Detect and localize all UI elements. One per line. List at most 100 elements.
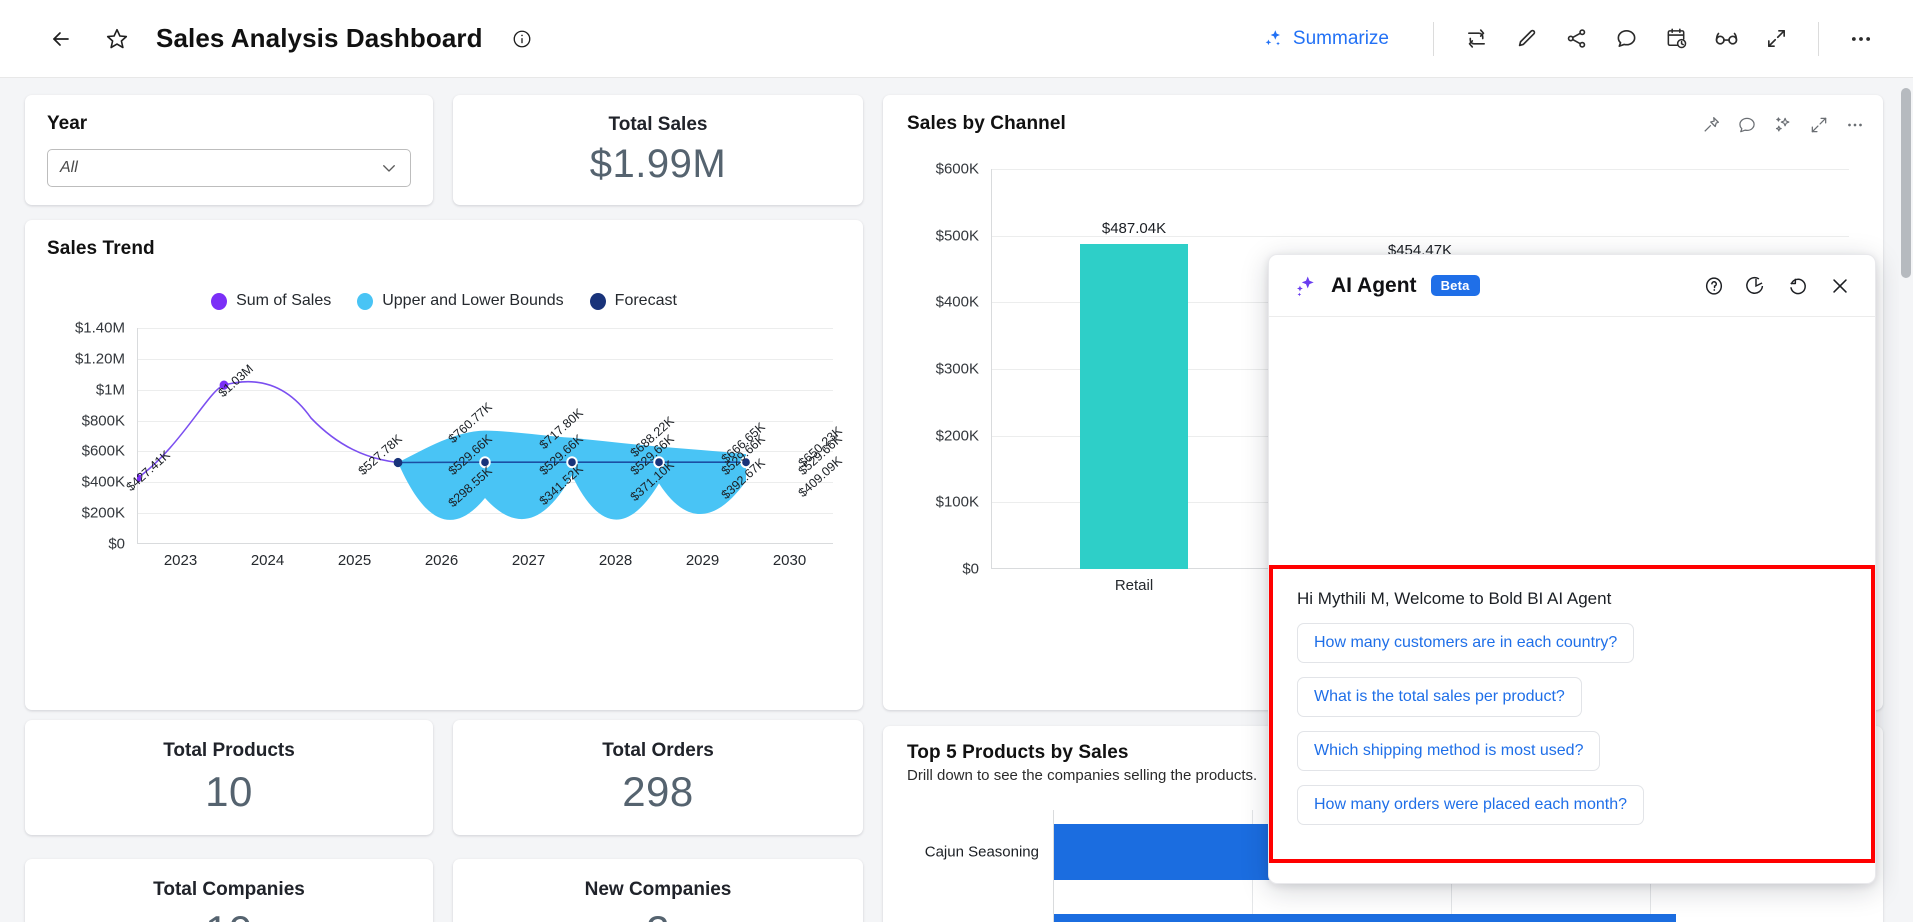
- page-title: Sales Analysis Dashboard: [156, 23, 483, 54]
- help-icon[interactable]: [1703, 275, 1725, 297]
- y-tick: $400K: [936, 294, 979, 311]
- bar-value-label: $487.04K: [1102, 220, 1166, 237]
- comment-icon[interactable]: [1604, 19, 1648, 59]
- kpi-total-products: Total Products 10: [25, 720, 433, 835]
- channel-y-axis: $600K $500K $400K $300K $200K $100K $0: [907, 169, 985, 569]
- y-tick: $1.40M: [75, 320, 125, 337]
- more-icon[interactable]: [1845, 115, 1865, 135]
- y-tick: $200K: [82, 505, 125, 522]
- sparkle-icon[interactable]: [1773, 115, 1793, 135]
- dashboard-board: Year All Total Sales $1.99M Sales Trend …: [0, 78, 1913, 922]
- x-tick: 2027: [485, 552, 572, 569]
- sales-trend-legend: Sum of Sales Upper and Lower Bounds Fore…: [47, 292, 841, 310]
- y-tick: $100K: [936, 494, 979, 511]
- ai-suggestion-list: How many customers are in each country? …: [1273, 609, 1871, 825]
- header-divider-2: [1818, 22, 1819, 56]
- kpi-total-orders: Total Orders 298: [453, 720, 863, 835]
- suggestion-chip[interactable]: How many orders were placed each month?: [1297, 785, 1644, 825]
- bar[interactable]: [1054, 914, 1676, 922]
- suggestion-chip[interactable]: Which shipping method is most used?: [1297, 731, 1600, 771]
- y-tick: $1M: [96, 381, 125, 398]
- view-glasses-icon[interactable]: [1704, 19, 1748, 59]
- pin-icon[interactable]: [1701, 115, 1721, 135]
- legend-swatch: [357, 293, 373, 310]
- refresh-icon[interactable]: [1454, 19, 1498, 59]
- legend-label: Forecast: [615, 292, 677, 310]
- year-select-value: All: [60, 159, 380, 177]
- back-button[interactable]: [44, 22, 78, 56]
- y-tick: $500K: [936, 227, 979, 244]
- year-filter-label: Year: [47, 113, 411, 135]
- bar[interactable]: [1080, 244, 1188, 569]
- category-label: Cajun Seasoning: [925, 844, 1039, 861]
- edit-icon[interactable]: [1504, 19, 1548, 59]
- share-icon[interactable]: [1554, 19, 1598, 59]
- x-tick: 2025: [311, 552, 398, 569]
- x-tick: 2028: [572, 552, 659, 569]
- kpi-label: Total Products: [163, 740, 295, 762]
- schedule-icon[interactable]: [1654, 19, 1698, 59]
- kpi-value: 19: [205, 907, 253, 922]
- bar-column[interactable]: $487.04K: [991, 169, 1277, 569]
- fullscreen-icon[interactable]: [1809, 115, 1829, 135]
- legend-label: Upper and Lower Bounds: [382, 292, 563, 310]
- sales-trend-plot: $1.40M $1.20M $1M $800K $600K $400K $200…: [47, 328, 841, 578]
- star-icon[interactable]: [100, 22, 134, 56]
- theme-icon[interactable]: [1745, 275, 1767, 297]
- summarize-label: Summarize: [1293, 28, 1389, 50]
- ai-welcome-highlight: Hi Mythili M, Welcome to Bold BI AI Agen…: [1269, 565, 1875, 863]
- ai-agent-body: Hi Mythili M, Welcome to Bold BI AI Agen…: [1269, 317, 1875, 791]
- kpi-total-companies: Total Companies 19: [25, 859, 433, 922]
- kpi-value: 2: [646, 907, 670, 922]
- top-products-categories: Cajun Seasoning Chang: [907, 810, 1047, 922]
- beta-badge: Beta: [1431, 275, 1480, 296]
- ai-greeting: Hi Mythili M, Welcome to Bold BI AI Agen…: [1273, 569, 1871, 609]
- x-tick: 2030: [746, 552, 833, 569]
- kpi-label: Total Sales: [609, 114, 708, 136]
- sparkle-icon: [1293, 273, 1319, 299]
- page-scrollbar-track[interactable]: [1899, 78, 1913, 922]
- kpi-label: New Companies: [585, 879, 732, 901]
- legend-item[interactable]: Forecast: [590, 292, 677, 310]
- info-icon[interactable]: [505, 22, 539, 56]
- kpi-label: Total Orders: [602, 740, 714, 762]
- close-icon[interactable]: [1829, 275, 1851, 297]
- kpi-value: 10: [205, 768, 253, 816]
- sales-trend-x-axis: 2023 2024 2025 2026 2027 2028 2029 2030: [137, 552, 833, 569]
- x-tick: 2023: [137, 552, 224, 569]
- sales-trend-widget: Sales Trend Sum of Sales Upper and Lower…: [25, 220, 863, 710]
- page-scrollbar-thumb[interactable]: [1901, 88, 1911, 278]
- kpi-label: Total Companies: [153, 879, 305, 901]
- ai-agent-title: AI Agent: [1331, 274, 1417, 298]
- ai-agent-header: AI Agent Beta: [1269, 255, 1875, 317]
- kpi-value: $1.99M: [590, 142, 726, 187]
- summarize-button[interactable]: Summarize: [1252, 22, 1399, 56]
- legend-swatch: [590, 293, 606, 310]
- suggestion-chip[interactable]: What is the total sales per product?: [1297, 677, 1582, 717]
- y-tick: $400K: [82, 474, 125, 491]
- kpi-new-companies: New Companies 2: [453, 859, 863, 922]
- reset-icon[interactable]: [1787, 275, 1809, 297]
- comment-icon[interactable]: [1737, 115, 1757, 135]
- y-tick: $600K: [936, 161, 979, 178]
- app-header: Sales Analysis Dashboard Summarize: [0, 0, 1913, 78]
- year-select[interactable]: All: [47, 149, 411, 187]
- legend-swatch: [211, 293, 227, 310]
- legend-item[interactable]: Upper and Lower Bounds: [357, 292, 563, 310]
- sales-trend-title: Sales Trend: [47, 238, 841, 260]
- legend-label: Sum of Sales: [236, 292, 331, 310]
- legend-item[interactable]: Sum of Sales: [211, 292, 331, 310]
- fullscreen-icon[interactable]: [1754, 19, 1798, 59]
- ai-agent-header-actions: [1703, 275, 1851, 297]
- header-actions: Summarize: [1252, 19, 1913, 59]
- y-tick: $800K: [82, 412, 125, 429]
- suggestion-chip[interactable]: How many customers are in each country?: [1297, 623, 1634, 663]
- x-tick: Retail: [991, 577, 1277, 594]
- widget-toolbar: [1701, 115, 1865, 135]
- sales-trend-canvas: $427.41K $1.03M $527.78K $760.77K $717.8…: [137, 328, 833, 544]
- ai-agent-panel: AI Agent Beta: [1268, 254, 1876, 884]
- header-divider-1: [1433, 22, 1434, 56]
- more-icon[interactable]: [1839, 19, 1883, 59]
- data-point: [394, 458, 403, 467]
- year-filter-widget: Year All: [25, 95, 433, 205]
